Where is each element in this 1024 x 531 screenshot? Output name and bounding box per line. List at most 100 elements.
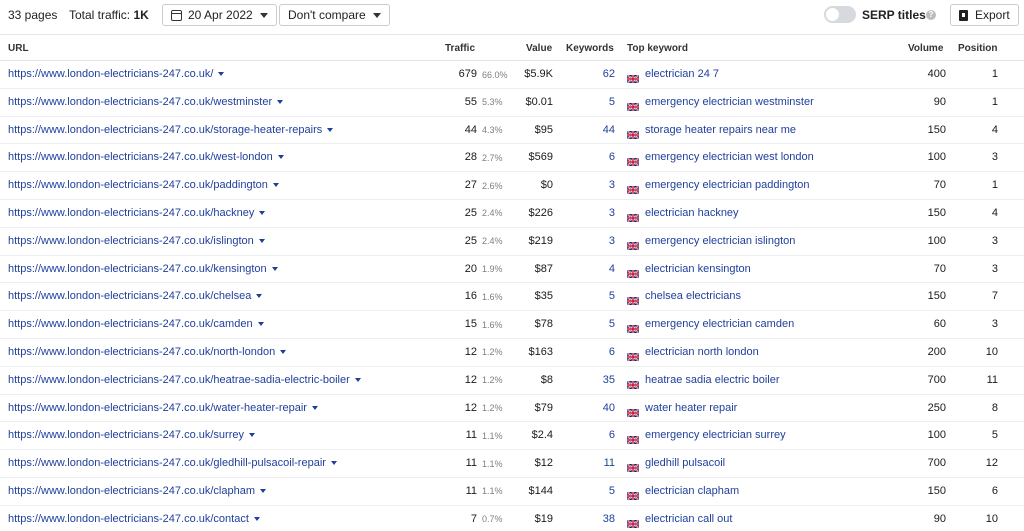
row-url-link[interactable]: https://www.london-electricians-247.co.u… <box>8 318 264 330</box>
top-keyword-link[interactable]: emergency electrician surrey <box>645 429 786 441</box>
keywords-count-link[interactable]: 38 <box>603 513 615 525</box>
top-keyword-link[interactable]: electrician call out <box>645 513 732 525</box>
chevron-down-icon[interactable] <box>311 405 318 410</box>
keywords-count-link[interactable]: 6 <box>609 151 615 163</box>
column-position[interactable]: Position <box>958 43 997 54</box>
url-text[interactable]: https://www.london-electricians-247.co.u… <box>8 402 307 414</box>
row-url-link[interactable]: https://www.london-electricians-247.co.u… <box>8 179 279 191</box>
url-text[interactable]: https://www.london-electricians-247.co.u… <box>8 151 273 163</box>
top-keyword-link[interactable]: electrician 24 7 <box>645 68 719 80</box>
row-url-link[interactable]: https://www.london-electricians-247.co.u… <box>8 263 278 275</box>
serp-titles-toggle[interactable] <box>824 6 856 23</box>
url-text[interactable]: https://www.london-electricians-247.co.u… <box>8 290 251 302</box>
keywords-count-link[interactable]: 35 <box>603 374 615 386</box>
column-keywords[interactable]: Keywords <box>566 43 614 54</box>
chevron-down-icon[interactable] <box>327 127 334 132</box>
row-url-link[interactable]: https://www.london-electricians-247.co.u… <box>8 485 267 497</box>
top-keyword-link[interactable]: gledhill pulsacoil <box>645 457 725 469</box>
row-url-link[interactable]: https://www.london-electricians-247.co.u… <box>8 235 265 247</box>
top-keyword-link[interactable]: electrician kensington <box>645 263 751 275</box>
top-keyword-link[interactable]: emergency electrician west london <box>645 151 814 163</box>
top-keyword-link[interactable]: electrician north london <box>645 346 759 358</box>
keywords-count-link[interactable]: 5 <box>609 290 615 302</box>
column-volume[interactable]: Volume <box>908 43 943 54</box>
row-url-link[interactable]: https://www.london-electricians-247.co.u… <box>8 429 255 441</box>
row-url-link[interactable]: https://www.london-electricians-247.co.u… <box>8 124 334 136</box>
row-url-link[interactable]: https://www.london-electricians-247.co.u… <box>8 207 266 219</box>
chevron-down-icon[interactable] <box>256 294 263 299</box>
top-keyword-link[interactable]: emergency electrician westminster <box>645 96 814 108</box>
column-top-keyword[interactable]: Top keyword <box>627 43 688 54</box>
url-text[interactable]: https://www.london-electricians-247.co.u… <box>8 485 255 497</box>
keywords-count-link[interactable]: 6 <box>609 429 615 441</box>
row-url-link[interactable]: https://www.london-electricians-247.co.u… <box>8 402 318 414</box>
url-text[interactable]: https://www.london-electricians-247.co.u… <box>8 68 213 80</box>
url-text[interactable]: https://www.london-electricians-247.co.u… <box>8 263 267 275</box>
compare-dropdown[interactable]: Don't compare <box>279 4 390 26</box>
uk-flag-icon <box>626 320 640 334</box>
top-keyword-link[interactable]: heatrae sadia electric boiler <box>645 374 780 386</box>
row-url-link[interactable]: https://www.london-electricians-247.co.u… <box>8 96 284 108</box>
chevron-down-icon[interactable] <box>258 238 265 243</box>
url-text[interactable]: https://www.london-electricians-247.co.u… <box>8 207 254 219</box>
url-text[interactable]: https://www.london-electricians-247.co.u… <box>8 235 254 247</box>
chevron-down-icon[interactable] <box>272 183 279 188</box>
keywords-count-link[interactable]: 3 <box>609 207 615 219</box>
top-keyword-link[interactable]: emergency electrician camden <box>645 318 794 330</box>
keywords-count-link[interactable]: 5 <box>609 318 615 330</box>
row-url-link[interactable]: https://www.london-electricians-247.co.u… <box>8 290 263 302</box>
chevron-down-icon[interactable] <box>271 266 278 271</box>
url-text[interactable]: https://www.london-electricians-247.co.u… <box>8 429 244 441</box>
chevron-down-icon[interactable] <box>354 377 361 382</box>
keywords-count-link[interactable]: 6 <box>609 346 615 358</box>
top-keyword-link[interactable]: water heater repair <box>645 402 737 414</box>
row-url-link[interactable]: https://www.london-electricians-247.co.u… <box>8 513 260 525</box>
url-text[interactable]: https://www.london-electricians-247.co.u… <box>8 96 272 108</box>
url-text[interactable]: https://www.london-electricians-247.co.u… <box>8 457 326 469</box>
chevron-down-icon[interactable] <box>277 99 284 104</box>
keywords-count-link[interactable]: 3 <box>609 179 615 191</box>
url-text[interactable]: https://www.london-electricians-247.co.u… <box>8 124 322 136</box>
row-url-link[interactable]: https://www.london-electricians-247.co.u… <box>8 68 225 80</box>
column-url[interactable]: URL <box>8 43 29 54</box>
top-keyword-link[interactable]: emergency electrician paddington <box>645 179 810 191</box>
top-keyword-link[interactable]: emergency electrician islington <box>645 235 795 247</box>
top-keyword-link[interactable]: chelsea electricians <box>645 290 741 302</box>
row-url-link[interactable]: https://www.london-electricians-247.co.u… <box>8 346 287 358</box>
top-keyword-link[interactable]: electrician clapham <box>645 485 739 497</box>
chevron-down-icon[interactable] <box>257 322 264 327</box>
uk-flag-icon <box>626 459 640 473</box>
chevron-down-icon[interactable] <box>249 433 255 438</box>
keywords-count-link[interactable]: 4 <box>609 263 615 275</box>
keywords-count-link[interactable]: 3 <box>609 235 615 247</box>
row-url-link[interactable]: https://www.london-electricians-247.co.u… <box>8 457 337 469</box>
top-keyword-link[interactable]: storage heater repairs near me <box>645 124 796 136</box>
url-text[interactable]: https://www.london-electricians-247.co.u… <box>8 346 275 358</box>
keywords-count-link[interactable]: 62 <box>603 68 615 80</box>
chevron-down-icon[interactable] <box>260 489 267 494</box>
top-keyword-link[interactable]: electrician hackney <box>645 207 739 219</box>
chevron-down-icon[interactable] <box>330 461 337 466</box>
url-text[interactable]: https://www.london-electricians-247.co.u… <box>8 179 268 191</box>
chevron-down-icon[interactable] <box>218 72 225 77</box>
chevron-down-icon[interactable] <box>280 350 287 355</box>
row-url-link[interactable]: https://www.london-electricians-247.co.u… <box>8 374 361 386</box>
url-text[interactable]: https://www.london-electricians-247.co.u… <box>8 374 350 386</box>
keywords-count-link[interactable]: 11 <box>604 457 615 469</box>
url-text[interactable]: https://www.london-electricians-247.co.u… <box>8 513 249 525</box>
keywords-count-link[interactable]: 5 <box>609 96 615 108</box>
keywords-count-link[interactable]: 40 <box>603 402 615 414</box>
export-button[interactable]: Export <box>950 4 1019 26</box>
chevron-down-icon[interactable] <box>253 516 260 521</box>
column-traffic[interactable]: Traffic <box>445 43 475 54</box>
keywords-count-link[interactable]: 5 <box>609 485 615 497</box>
help-icon[interactable]: ? <box>926 10 936 20</box>
url-text[interactable]: https://www.london-electricians-247.co.u… <box>8 318 253 330</box>
column-value[interactable]: Value <box>526 43 552 54</box>
chevron-down-icon[interactable] <box>259 211 266 216</box>
chevron-down-icon[interactable] <box>277 155 284 160</box>
row-url-link[interactable]: https://www.london-electricians-247.co.u… <box>8 151 284 163</box>
keywords-count-link[interactable]: 44 <box>603 124 615 136</box>
date-picker-button[interactable]: 20 Apr 2022 <box>162 4 277 26</box>
table-row: https://www.london-electricians-247.co.u… <box>0 61 1024 89</box>
